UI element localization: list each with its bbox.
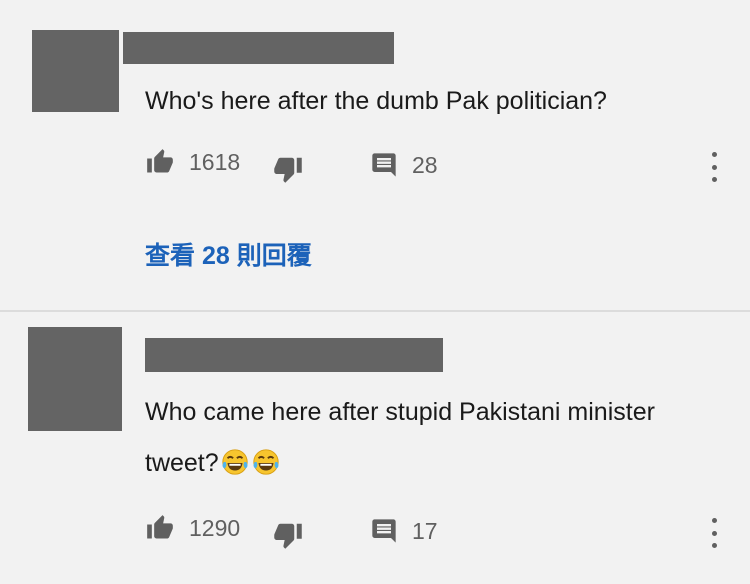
author-name-redacted[interactable] — [145, 338, 443, 372]
tears-of-joy-emoji-icon — [222, 449, 248, 475]
more-options-icon[interactable] — [702, 152, 726, 182]
dislike-button[interactable] — [272, 520, 304, 550]
reply-button[interactable]: 17 — [370, 517, 438, 545]
author-name-redacted[interactable] — [123, 32, 394, 64]
avatar-redacted[interactable] — [28, 327, 122, 431]
avatar-redacted[interactable] — [32, 30, 119, 112]
reply-count: 17 — [412, 517, 438, 544]
comment-icon — [372, 519, 396, 543]
reply-button[interactable]: 28 — [370, 151, 438, 179]
tears-of-joy-emoji-icon — [253, 449, 279, 475]
reply-count: 28 — [412, 151, 438, 178]
like-button[interactable]: 1290 — [145, 514, 240, 542]
thumbs-up-icon — [147, 149, 173, 173]
comment-text-line-2: tweet? — [145, 437, 281, 489]
like-count: 1618 — [189, 148, 241, 175]
divider — [0, 310, 750, 312]
comment-text: Who's here after the dumb Pak politician… — [145, 87, 607, 115]
view-replies-link[interactable]: 查看 28 則回覆 — [145, 236, 312, 272]
dislike-button[interactable] — [272, 154, 304, 184]
like-button[interactable]: 1618 — [145, 148, 240, 176]
comment-icon — [372, 153, 396, 177]
thumbs-down-icon — [274, 157, 302, 183]
more-options-icon[interactable] — [702, 518, 726, 548]
thumbs-up-icon — [147, 515, 173, 539]
comment-text-line-2-text: tweet? — [145, 449, 219, 477]
like-count: 1290 — [189, 514, 241, 541]
thumbs-down-icon — [274, 523, 302, 549]
comment-text-line-1: Who came here after stupid Pakistani min… — [145, 398, 655, 426]
